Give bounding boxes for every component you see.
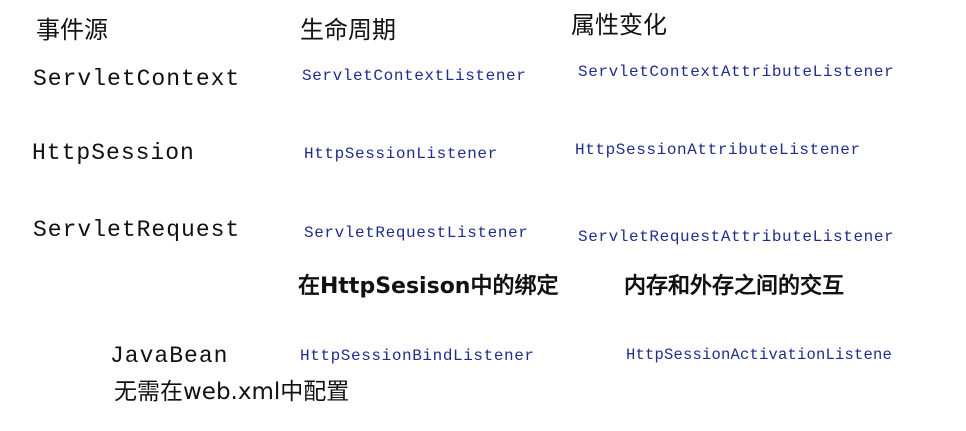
header-attribute-change: 属性变化 (571, 11, 667, 39)
servlet-request-listener: ServletRequestListener (304, 224, 529, 242)
source-servlet-context: ServletContext (33, 66, 241, 92)
servlet-context-listener: ServletContextListener (302, 67, 527, 85)
header-session-binding: 在HttpSesison中的绑定 (298, 274, 559, 299)
source-http-session: HttpSession (32, 140, 195, 166)
http-session-listener: HttpSessionListener (304, 145, 498, 163)
http-session-activation-listener: HttpSessionActivationListene (626, 346, 893, 364)
header-memory-storage-interaction: 内存和外存之间的交互 (624, 274, 845, 299)
servlet-context-attribute-listener: ServletContextAttributeListener (578, 63, 895, 81)
header-lifecycle: 生命周期 (300, 16, 396, 44)
http-session-bind-listener: HttpSessionBindListener (300, 347, 535, 365)
config-note: 无需在web.xml中配置 (114, 379, 350, 405)
header-event-source: 事件源 (36, 16, 108, 44)
servlet-request-attribute-listener: ServletRequestAttributeListener (578, 228, 895, 246)
http-session-attribute-listener: HttpSessionAttributeListener (575, 141, 861, 159)
listener-overview-page: 事件源 生命周期 属性变化 ServletContext ServletCont… (0, 0, 966, 431)
source-servlet-request: ServletRequest (33, 217, 241, 243)
source-javabean: JavaBean (110, 343, 229, 369)
